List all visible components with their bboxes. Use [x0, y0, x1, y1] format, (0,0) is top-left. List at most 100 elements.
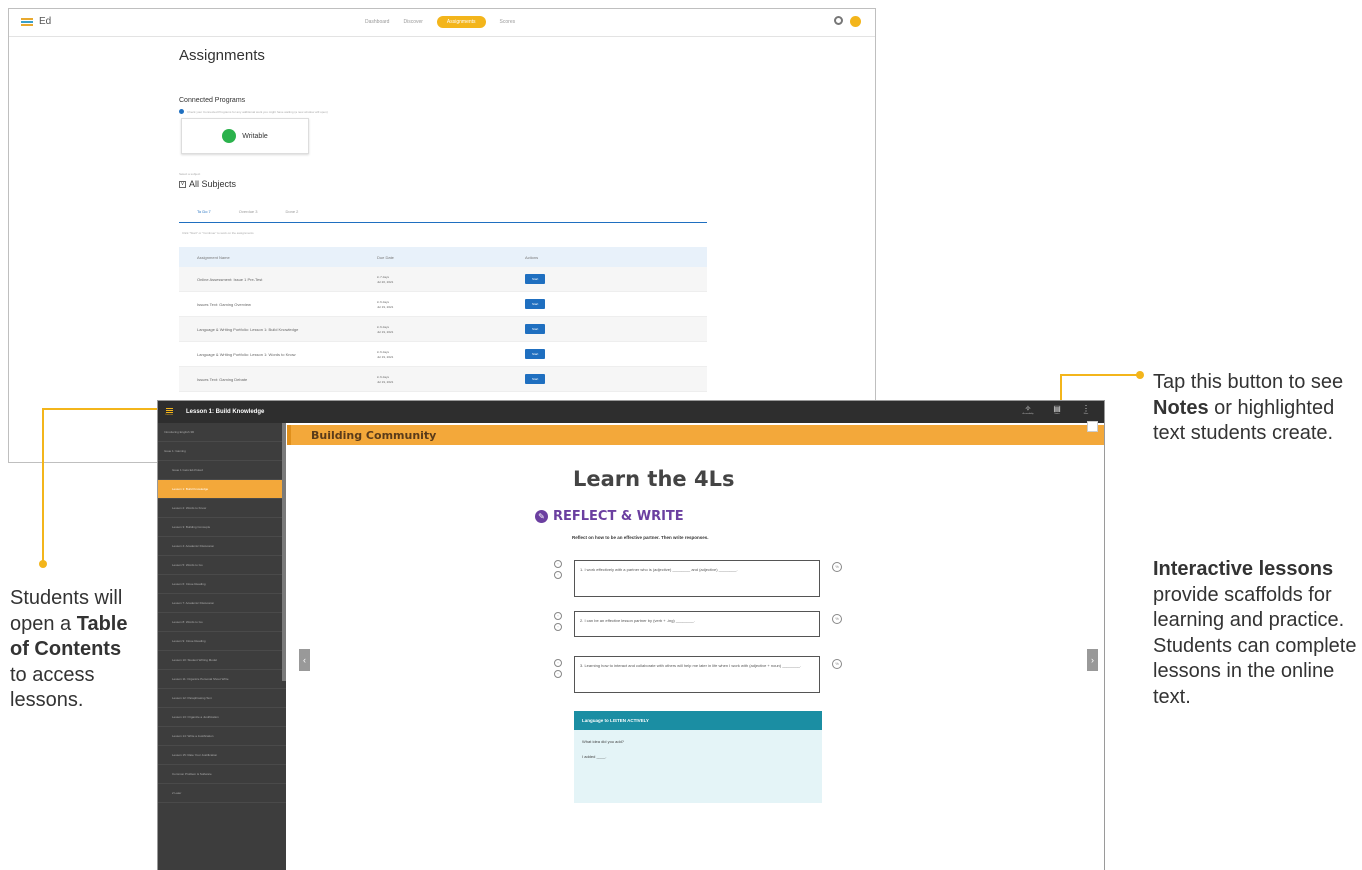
- callout-line: [42, 408, 157, 410]
- nav-dashboard[interactable]: Dashboard: [365, 19, 389, 25]
- toc-item[interactable]: Lesson 8: Words to Go: [158, 613, 286, 632]
- nav-discover[interactable]: Discover: [403, 19, 422, 25]
- add-note-icon[interactable]: %: [832, 562, 842, 572]
- toolbar-icons: ✧ Accessibility ▤ Notes ⋮ More: [1020, 404, 1094, 415]
- subject-select[interactable]: v All Subjects: [179, 179, 236, 189]
- toc-item-active[interactable]: Lesson 1: Build Knowledge: [158, 480, 286, 499]
- interactive-callout: Interactive lessons provide scaffolds fo…: [1153, 557, 1358, 711]
- translate-icon[interactable]: ◦: [554, 670, 562, 678]
- toc-item[interactable]: Lesson 2: Words to Know: [158, 499, 286, 518]
- toc-item[interactable]: Lesson 11: Organize Personal Shout Write: [158, 670, 286, 689]
- chevron-left-icon: ‹: [303, 655, 306, 665]
- avatar[interactable]: [850, 16, 861, 27]
- app-logo[interactable]: Ed: [21, 16, 51, 27]
- start-button[interactable]: Start: [525, 274, 546, 284]
- toc-item[interactable]: Lesson 9: Close Reading: [158, 632, 286, 651]
- translate-icon[interactable]: ◦: [554, 623, 562, 631]
- response-prompt[interactable]: 2. I can be an effective lesson partner …: [574, 611, 820, 637]
- listen-title: Language to LISTEN ACTIVELY: [574, 711, 822, 730]
- section-title: REFLECT & WRITE: [553, 509, 684, 524]
- nav-assignments[interactable]: Assignments: [436, 16, 486, 28]
- notes-button[interactable]: ▤ Notes: [1049, 404, 1065, 415]
- start-button[interactable]: Start: [525, 299, 546, 309]
- toc-item[interactable]: Lesson 12: Paraphrasing Text: [158, 689, 286, 708]
- assignment-name[interactable]: Language & Writing Portfolio: Lesson 1: …: [179, 327, 377, 332]
- assignments-window: Ed Dashboard Discover Assignments Scores…: [8, 8, 876, 463]
- audio-icon[interactable]: ◦: [554, 560, 562, 568]
- subject-value: All Subjects: [189, 179, 237, 189]
- audio-icon[interactable]: ◦: [554, 659, 562, 667]
- due-relative: in 6 days: [377, 374, 390, 379]
- assignment-name[interactable]: Issues Text: Gaming Overview: [179, 302, 377, 307]
- due-date-value: Jul 19, 2021: [377, 354, 394, 359]
- close-icon[interactable]: [1087, 421, 1098, 432]
- toc-item[interactable]: Lesson 4: Academic Discussion: [158, 537, 286, 556]
- due-date-value: Jul 19, 2021: [377, 304, 394, 309]
- assignment-name[interactable]: Language & Writing Portfolio: Lesson 1: …: [179, 352, 377, 357]
- toc-item[interactable]: Lesson 5: Words to Go: [158, 556, 286, 575]
- section-header: ✎ REFLECT & WRITE: [535, 509, 684, 524]
- toc-item[interactable]: Lesson 13: Organize a Justification: [158, 708, 286, 727]
- previous-page-button[interactable]: ‹: [299, 649, 310, 671]
- due-date-value: Jul 19, 2021: [377, 329, 394, 334]
- callout-line: [1060, 374, 1062, 400]
- start-button[interactable]: Start: [525, 349, 546, 359]
- assignment-name[interactable]: Issues Text: Gaming Debate: [179, 377, 377, 382]
- next-page-button[interactable]: ›: [1087, 649, 1098, 671]
- response-prompt[interactable]: 1. I work effectively with a partner who…: [574, 560, 820, 597]
- interactive-callout-bold: Interactive lessons: [1153, 558, 1334, 580]
- start-button[interactable]: Start: [525, 374, 546, 384]
- callout-line: [1060, 374, 1140, 376]
- toc-item[interactable]: Issue 1: Gaming: [158, 442, 286, 461]
- listen-actively-box: Language to LISTEN ACTIVELY What idea di…: [574, 711, 822, 803]
- tab-overdue[interactable]: Overdue 3: [239, 209, 258, 222]
- response-tools: ◦ ◦: [554, 659, 562, 678]
- assignment-name[interactable]: Online Assessment: Issue 1 Pre-Test: [179, 277, 377, 282]
- response-prompt[interactable]: 3. Learning how to interact and collabor…: [574, 656, 820, 693]
- listen-answer[interactable]: I added ____.: [574, 744, 822, 759]
- contents-menu-button[interactable]: Contents: [158, 401, 180, 423]
- table-row: Issues Text: Gaming Debate in 6 days Jul 1…: [179, 367, 707, 392]
- toc-item[interactable]: Lesson 7: Academic Discussion: [158, 594, 286, 613]
- writable-program-card[interactable]: Writable: [181, 118, 309, 154]
- more-button[interactable]: ⋮ More: [1078, 404, 1094, 415]
- audio-icon[interactable]: ◦: [554, 612, 562, 620]
- toc-item[interactable]: Lesson 6: Close Reading: [158, 575, 286, 594]
- tab-done[interactable]: Done 2: [285, 209, 298, 222]
- actions-cell: Start: [525, 324, 707, 334]
- table-row: Language & Writing Portfolio: Lesson 1: …: [179, 342, 707, 367]
- translate-icon[interactable]: ◦: [554, 571, 562, 579]
- nav-scores[interactable]: Scores: [500, 19, 516, 25]
- tab-to-do[interactable]: To Do 7: [197, 209, 211, 222]
- toc-item[interactable]: 2 Later: [158, 784, 286, 803]
- toc-item[interactable]: Lesson 3: Building Concepts: [158, 518, 286, 537]
- toc-item[interactable]: Introducing English 3D: [158, 423, 286, 442]
- start-button[interactable]: Start: [525, 324, 546, 334]
- toc-item[interactable]: Lesson 10: Student Writing Model: [158, 651, 286, 670]
- header-actions: Actions: [525, 254, 539, 260]
- connected-programs-note: Check your Connected Programs for any ad…: [179, 109, 328, 114]
- toc-scrollbar[interactable]: [282, 423, 286, 681]
- add-note-icon[interactable]: %: [832, 659, 842, 669]
- top-navigation: Ed Dashboard Discover Assignments Scores: [9, 9, 875, 37]
- menu-icon[interactable]: [21, 17, 33, 26]
- info-icon: [179, 109, 184, 114]
- nav-links: Dashboard Discover Assignments Scores: [365, 16, 515, 28]
- menu-icon: [165, 408, 173, 409]
- app-name: Ed: [39, 16, 52, 27]
- toc-item[interactable]: Lesson 14: Write a Justification: [158, 727, 286, 746]
- accessibility-icon: ✧: [1024, 404, 1032, 413]
- add-note-icon[interactable]: %: [832, 614, 842, 624]
- toc-item[interactable]: Lesson 15: Rate Your Justification: [158, 746, 286, 765]
- toc-item[interactable]: Common Problem & Software: [158, 765, 286, 784]
- accessibility-button[interactable]: ✧ Accessibility: [1020, 404, 1036, 415]
- header-due-date[interactable]: Due Date: [377, 255, 525, 260]
- tab-hint: Click "Start" or "Continue" to work on t…: [182, 231, 254, 235]
- gear-icon[interactable]: [834, 16, 843, 25]
- more-label: More: [1083, 413, 1089, 415]
- unit-banner: Building Community: [287, 421, 1104, 445]
- menu-icon-line: [165, 412, 173, 413]
- header-assignment-name[interactable]: Assignment Name: [179, 255, 377, 260]
- toc-item[interactable]: Issue 1 Gets Ed-Poked: [158, 461, 286, 480]
- due-date: in 6 days Jul 19, 2021: [377, 375, 525, 384]
